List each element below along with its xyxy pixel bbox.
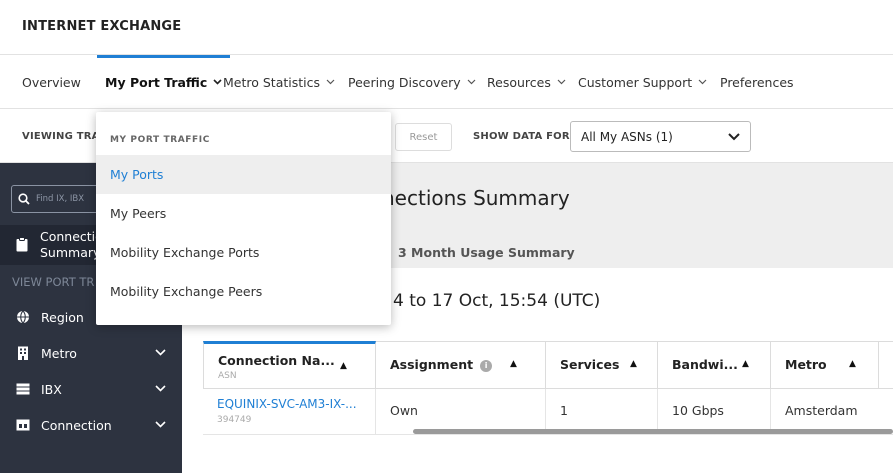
column-header-metro[interactable]: Metro ▲ <box>771 341 879 389</box>
column-title: Assignment <box>390 357 474 372</box>
sidebar-item-label: Metro <box>41 345 77 361</box>
sort-asc-icon[interactable]: ▲ <box>340 361 347 371</box>
sidebar-active-line2: Summary <box>40 245 101 260</box>
chevron-down-icon <box>698 77 707 88</box>
nav-label: My Port Traffic <box>105 74 208 90</box>
nav-label: Peering Discovery <box>348 74 461 90</box>
connection-icon <box>16 418 30 432</box>
nav-peering-discovery[interactable]: Peering Discovery <box>348 55 476 109</box>
services-value: 1 <box>560 403 568 418</box>
sidebar-active-label: Connectio Summary <box>40 229 103 261</box>
sort-asc-icon[interactable]: ▲ <box>510 359 517 369</box>
page-title: nections Summary <box>382 186 570 210</box>
chevron-down-icon <box>155 382 166 395</box>
asn-select-value: All My ASNs (1) <box>581 129 673 144</box>
column-header-services[interactable]: Services ▲ <box>546 341 658 389</box>
sort-asc-icon[interactable]: ▲ <box>849 359 856 369</box>
menu-item-my-ports[interactable]: My Ports <box>96 155 391 194</box>
server-icon <box>16 382 30 396</box>
date-range: 4 to 17 Oct, 15:54 (UTC) <box>393 291 601 311</box>
nav-label: Customer Support <box>578 74 693 90</box>
nav-label: Resources <box>487 74 551 90</box>
chevron-down-icon <box>326 77 335 88</box>
column-title: Connection Na... <box>218 353 335 368</box>
sidebar-item-ibx[interactable]: IBX <box>0 371 182 407</box>
asn-value: 394749 <box>217 415 252 425</box>
asn-select[interactable]: All My ASNs (1) <box>570 121 751 152</box>
sidebar-item-label: Region <box>41 309 84 325</box>
chevron-down-icon <box>155 346 166 359</box>
sidebar-item-label: IBX <box>41 381 62 397</box>
globe-icon <box>16 310 30 324</box>
sidebar-item-metro[interactable]: Metro <box>0 335 182 371</box>
nav-metro-statistics[interactable]: Metro Statistics <box>223 55 335 109</box>
column-header-overflow <box>879 341 893 389</box>
sort-asc-icon[interactable]: ▲ <box>742 359 749 369</box>
chevron-down-icon <box>467 77 476 88</box>
viewing-traffic-label: VIEWING TRAI <box>22 131 104 142</box>
sort-asc-icon[interactable]: ▲ <box>630 359 637 369</box>
top-bar: INTERNET EXCHANGE <box>0 0 893 55</box>
chevron-down-icon <box>213 77 222 88</box>
clipboard-icon <box>16 237 28 256</box>
nav-preferences[interactable]: Preferences <box>720 55 794 109</box>
building-icon <box>16 346 30 360</box>
column-header-assignment[interactable]: Assignment i ▲ <box>376 341 546 389</box>
menu-item-my-peers[interactable]: My Peers <box>96 194 391 233</box>
table-cell-connection: EQUINIX-SVC-AM3-IX-... 394749 <box>203 389 376 435</box>
sidebar-item-label: Connection <box>41 417 112 433</box>
sidebar-section-label: VIEW PORT TR <box>12 275 95 289</box>
nav-label: Overview <box>22 74 81 90</box>
connection-link[interactable]: EQUINIX-SVC-AM3-IX-... <box>217 397 357 411</box>
menu-item-mobility-exchange-ports[interactable]: Mobility Exchange Ports <box>96 233 391 272</box>
nav-label: Preferences <box>720 74 794 90</box>
column-title-wrap: Assignment i <box>390 357 493 372</box>
nav-my-port-traffic[interactable]: My Port Traffic <box>96 55 231 109</box>
info-icon[interactable]: i <box>480 360 493 372</box>
column-title: Services <box>560 357 620 372</box>
nav-overview[interactable]: Overview <box>22 55 81 109</box>
app-title: INTERNET EXCHANGE <box>22 19 182 34</box>
nav-resources[interactable]: Resources <box>487 55 566 109</box>
column-subtitle: ASN <box>218 371 237 381</box>
metro-value: Amsterdam <box>785 403 858 418</box>
bandwidth-value: 10 Gbps <box>672 403 724 418</box>
show-data-label: SHOW DATA FOR: <box>473 131 574 142</box>
sidebar-item-connection[interactable]: Connection <box>0 407 182 443</box>
column-header-bandwidth[interactable]: Bandwi... ▲ <box>658 341 771 389</box>
chevron-down-icon <box>728 130 740 144</box>
search-placeholder: Find IX, IBX <box>36 194 85 204</box>
main-nav: Overview My Port Traffic Metro Statistic… <box>0 55 893 109</box>
menu-item-mobility-exchange-peers[interactable]: Mobility Exchange Peers <box>96 272 391 311</box>
nav-label: Metro Statistics <box>223 74 321 90</box>
reset-button[interactable]: Reset <box>395 123 452 151</box>
column-title: Bandwi... <box>672 357 738 372</box>
column-title: Metro <box>785 357 827 372</box>
search-icon <box>18 190 30 209</box>
column-header-connection[interactable]: Connection Na... ASN ▲ <box>203 341 376 389</box>
nav-customer-support[interactable]: Customer Support <box>578 55 707 109</box>
horizontal-scrollbar[interactable] <box>413 429 893 434</box>
tab-3-month-usage-summary[interactable]: 3 Month Usage Summary <box>398 245 575 260</box>
chevron-down-icon <box>557 77 566 88</box>
chevron-down-icon <box>155 418 166 431</box>
assignment-value: Own <box>390 403 418 418</box>
connections-table: Connection Na... ASN ▲ Assignment i ▲ Ser… <box>203 341 893 436</box>
my-port-traffic-dropdown: MY PORT TRAFFIC My Ports My Peers Mobili… <box>96 112 391 325</box>
dropdown-header: MY PORT TRAFFIC <box>110 135 210 145</box>
sidebar-active-line1: Connectio <box>40 229 103 244</box>
